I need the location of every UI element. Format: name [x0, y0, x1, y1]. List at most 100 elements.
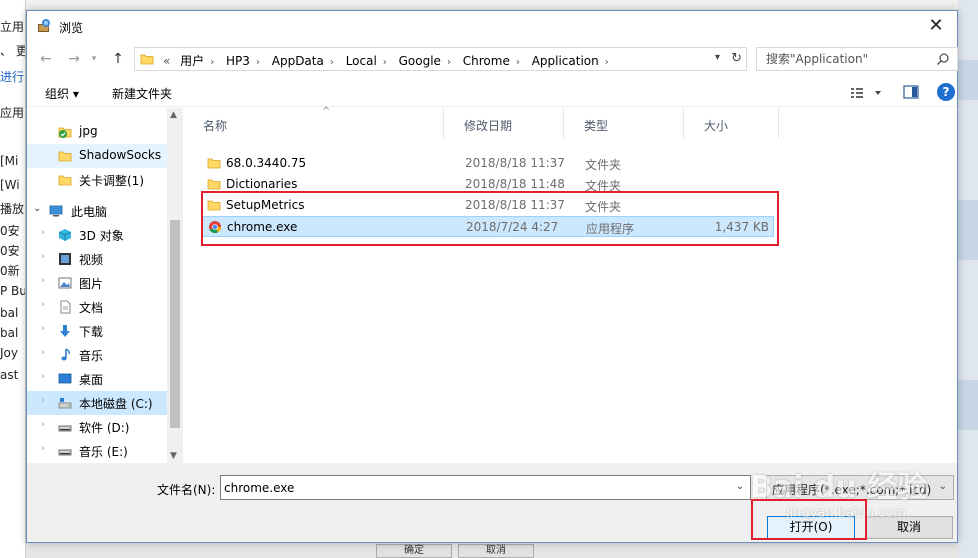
chevron-right-icon[interactable]: › — [41, 419, 45, 430]
background-text-fragment: 播放 — [0, 202, 25, 216]
chevron-right-icon[interactable]: › — [256, 57, 260, 68]
nav-item-downloads[interactable]: › 下载 — [27, 319, 167, 343]
chevron-right-icon[interactable]: › — [41, 227, 45, 238]
column-header-name[interactable]: 名称 ^ — [185, 106, 444, 138]
nav-item-label: 音乐 — [79, 349, 104, 363]
preview-pane-button[interactable] — [903, 85, 919, 99]
chevron-right-icon[interactable]: › — [41, 323, 45, 334]
new-folder-button[interactable]: 新建文件夹 — [112, 85, 172, 102]
cancel-button[interactable]: 取消 — [865, 516, 953, 539]
background-window-right — [958, 0, 978, 558]
pictures-icon — [58, 277, 72, 289]
check-folder-icon — [58, 127, 72, 138]
forward-button[interactable]: → — [65, 50, 83, 68]
background-text-fragment: 0安 — [0, 244, 20, 258]
chevron-right-icon[interactable]: › — [41, 251, 45, 262]
chevron-right-icon[interactable]: › — [605, 57, 609, 68]
sort-ascending-icon: ^ — [322, 106, 331, 117]
chevron-right-icon[interactable]: › — [383, 57, 387, 68]
chevron-right-icon[interactable]: › — [41, 347, 45, 358]
background-image-strip — [958, 60, 978, 100]
drive-icon — [58, 449, 72, 456]
chevron-right-icon[interactable]: › — [330, 57, 334, 68]
column-header-date[interactable]: 修改日期 — [444, 108, 564, 138]
chevron-right-icon[interactable]: › — [41, 443, 45, 454]
file-row[interactable]: 68.0.3440.75 2018/8/18 11:37 文件夹 — [202, 153, 774, 174]
nav-item-music-e[interactable]: › 音乐 (E:) — [27, 439, 167, 463]
nav-item-this-pc[interactable]: ⌄ 此电脑 — [27, 199, 167, 223]
breadcrumb-item[interactable]: Application — [532, 54, 599, 68]
nav-item-level-adjust[interactable]: 关卡调整(1) — [27, 168, 167, 192]
chevron-down-icon: ▾ — [91, 54, 97, 64]
filename-input[interactable] — [221, 476, 726, 499]
file-date: 2018/8/18 11:48 — [465, 177, 565, 191]
nav-item-documents[interactable]: › 文档 — [27, 295, 167, 319]
nav-item-videos[interactable]: › 视频 — [27, 247, 167, 271]
refresh-icon[interactable]: ↻ — [731, 51, 742, 66]
chevron-right-icon[interactable]: › — [41, 299, 45, 310]
chevron-right-icon[interactable]: › — [41, 371, 45, 382]
column-header-label: 名称 — [203, 119, 228, 133]
column-header-size[interactable]: 大小 — [684, 108, 779, 138]
recent-locations-button[interactable]: ▾ — [85, 50, 103, 68]
view-options-button[interactable] — [849, 85, 885, 101]
nav-item-label: 桌面 — [79, 373, 104, 387]
chevron-right-icon[interactable]: › — [41, 395, 45, 406]
back-button[interactable]: ← — [37, 50, 55, 68]
scrollbar-thumb[interactable] — [170, 220, 180, 428]
nav-item-software-d[interactable]: › 软件 (D:) — [27, 415, 167, 439]
address-row: ← → ▾ ↑ « 用户 › HP3 › AppData › Local › Googl… — [27, 41, 958, 77]
address-dropdown-icon[interactable]: ▾ — [715, 52, 720, 63]
breadcrumb-item[interactable]: Local — [346, 54, 377, 68]
close-button[interactable]: ✕ — [921, 13, 951, 39]
computer-icon — [49, 205, 63, 217]
background-text-fragment: bal — [0, 306, 19, 320]
address-bar[interactable]: « 用户 › HP3 › AppData › Local › Google › Chrom… — [134, 47, 747, 71]
breadcrumb-item[interactable]: Google — [399, 54, 441, 68]
nav-item-music[interactable]: › 音乐 — [27, 343, 167, 367]
navigation-scrollbar[interactable]: ▲ ▼ — [167, 108, 183, 463]
nav-item-local-disk-c[interactable]: › 本地磁盘 (C:) — [27, 391, 167, 415]
background-text-fragment: bal — [0, 326, 19, 340]
background-image-strip — [958, 380, 978, 430]
search-icon[interactable] — [936, 52, 950, 66]
help-button[interactable]: ? — [937, 83, 955, 101]
breadcrumb-item[interactable]: 用户 — [180, 52, 204, 69]
chevron-right-icon[interactable]: › — [210, 57, 214, 68]
video-icon — [59, 253, 71, 265]
documents-icon — [60, 300, 71, 314]
breadcrumb-item[interactable]: Chrome — [463, 54, 510, 68]
nav-item-jpg[interactable]: jpg — [27, 120, 167, 144]
toolbar: 组织 ▾ 新建文件夹 ? — [27, 77, 957, 107]
background-image-strip — [958, 200, 978, 260]
nav-item-shadowsocks[interactable]: ShadowSocks — [27, 144, 167, 168]
organize-button[interactable]: 组织 ▾ — [45, 85, 79, 102]
chevron-right-icon[interactable]: › — [516, 57, 520, 68]
annotation-highlight-file — [201, 191, 779, 246]
nav-item-3d-objects[interactable]: › 3D 对象 — [27, 223, 167, 247]
nav-item-pictures[interactable]: › 图片 — [27, 271, 167, 295]
chevron-down-icon[interactable]: ⌄ — [33, 203, 41, 214]
chevron-down-icon[interactable]: ⌄ — [736, 481, 744, 492]
chevron-right-icon[interactable]: › — [41, 275, 45, 286]
arrow-left-icon: ← — [40, 51, 52, 67]
filetype-select[interactable]: 应用程序(*.exe;*.com;*.icd) ⌄ — [766, 475, 954, 500]
desktop-icon — [58, 373, 72, 384]
chevron-down-icon[interactable]: ▼ — [170, 451, 177, 461]
up-button[interactable]: ↑ — [109, 50, 127, 68]
help-icon: ? — [942, 85, 950, 99]
chevron-right-icon[interactable]: › — [447, 57, 451, 68]
breadcrumb-overflow[interactable]: « — [163, 54, 170, 68]
breadcrumb-item[interactable]: AppData — [272, 54, 324, 68]
column-header-type[interactable]: 类型 — [564, 108, 684, 138]
title-bar: 浏览 ✕ — [27, 11, 957, 41]
breadcrumb-item[interactable]: HP3 — [226, 54, 250, 68]
nav-item-desktop[interactable]: › 桌面 — [27, 367, 167, 391]
folder-icon — [58, 151, 72, 162]
chevron-up-icon[interactable]: ▲ — [170, 110, 177, 120]
annotation-highlight-open — [751, 499, 867, 540]
nav-item-label: 本地磁盘 (C:) — [79, 397, 153, 411]
search-input[interactable] — [757, 48, 932, 70]
download-icon — [60, 325, 70, 337]
nav-item-label: 视频 — [79, 253, 104, 267]
